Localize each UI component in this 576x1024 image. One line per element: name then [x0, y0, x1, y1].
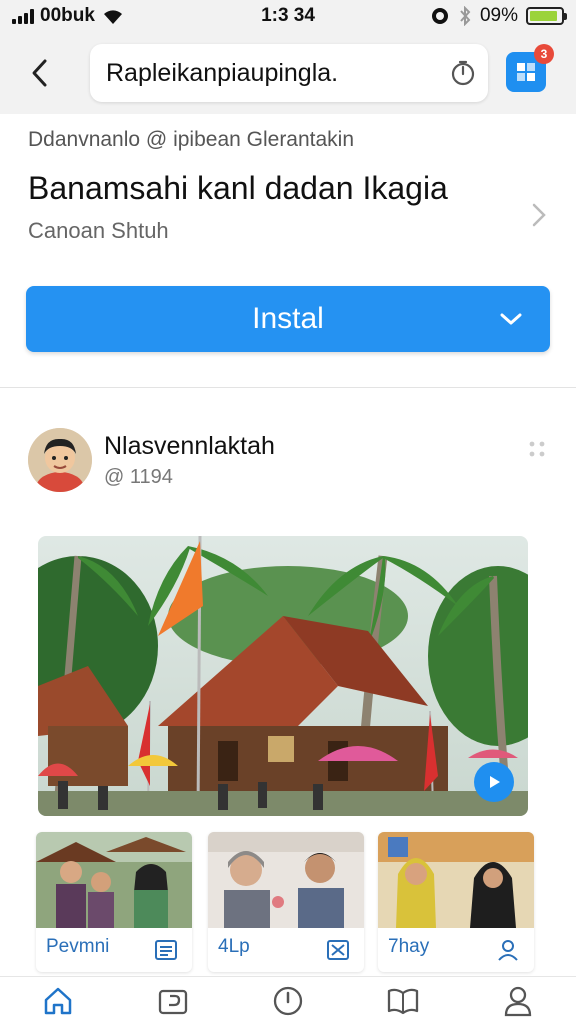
share-icon	[158, 989, 187, 1014]
nav-history[interactable]	[258, 977, 318, 1024]
install-button[interactable]: Instal	[26, 286, 550, 352]
url-field[interactable]: Rapleikanpiaupingla.	[90, 44, 488, 102]
notification-badge: 3	[534, 44, 554, 64]
nav-home[interactable]	[28, 977, 88, 1024]
couple-photo	[208, 832, 364, 928]
banner-subtitle: Canoan Shtuh	[28, 218, 169, 243]
nav-library[interactable]	[373, 977, 433, 1024]
url-text: Rapleikanpiaupingla.	[106, 58, 339, 87]
post-author[interactable]: Nlasvennlaktah	[104, 432, 275, 461]
play-icon	[490, 776, 500, 788]
status-right: 09%	[374, 5, 567, 27]
app-banner: Ddanvnanlo @ ipibean Glerantakin Banamsa…	[0, 114, 576, 388]
book-icon	[388, 988, 419, 1014]
banner-title: Banamsahi kanl dadan Ikagia	[28, 170, 448, 206]
user-icon[interactable]	[496, 938, 520, 962]
back-arrow-icon	[32, 59, 47, 87]
chevron-right-icon[interactable]	[526, 200, 550, 230]
back-button[interactable]	[0, 32, 80, 114]
play-button[interactable]	[474, 762, 514, 802]
nav-share[interactable]	[143, 977, 203, 1024]
thumbnail-caption: Pevmni	[46, 936, 110, 957]
timer-icon[interactable]	[438, 60, 488, 86]
women-photo	[378, 832, 534, 928]
signal-icon	[12, 8, 34, 24]
carrier-label: 00buk	[40, 5, 95, 26]
post-handle: @ 1194	[104, 466, 173, 488]
extensions-button[interactable]: 3	[506, 44, 554, 92]
thumbnail-card[interactable]: 7hay	[378, 832, 534, 972]
chevron-down-icon	[500, 313, 522, 325]
bluetooth-icon	[460, 6, 471, 26]
profile-icon	[505, 986, 532, 1016]
village-house-image	[38, 536, 528, 816]
browser-toolbar: Rapleikanpiaupingla. 3	[0, 32, 576, 114]
status-time: 1:3 34	[261, 5, 315, 26]
thumbnail-row: Pevmni 4Lp 7hay	[36, 832, 536, 972]
post-header: Nlasvennlaktah @ 1194	[0, 390, 576, 530]
status-left: 00buk	[12, 5, 202, 27]
wifi-icon	[103, 10, 122, 24]
avatar[interactable]	[28, 428, 92, 492]
battery-icon	[526, 7, 567, 25]
thumbnail-card[interactable]: 4Lp	[208, 832, 364, 972]
nav-profile[interactable]	[488, 977, 548, 1024]
thumbnail-caption: 7hay	[388, 936, 430, 957]
battery-percent: 09%	[479, 5, 518, 26]
install-label: Instal	[252, 302, 324, 335]
alarm-icon	[431, 8, 448, 24]
banner-meta: Ddanvnanlo @ ipibean Glerantakin	[28, 128, 355, 151]
status-bar: 00buk 1:3 34 09%	[0, 0, 576, 32]
more-icon[interactable]	[528, 440, 546, 458]
group-photo	[36, 832, 192, 928]
post-image[interactable]	[38, 536, 528, 816]
thumbnail-card[interactable]: Pevmni	[36, 832, 192, 972]
image-x-icon[interactable]	[326, 938, 350, 962]
thumbnail-caption: 4Lp	[218, 936, 250, 957]
clock-icon	[273, 986, 303, 1015]
bottom-nav	[0, 976, 576, 1024]
puzzle-icon	[517, 63, 535, 81]
home-icon	[44, 987, 71, 1014]
list-icon[interactable]	[154, 938, 178, 962]
